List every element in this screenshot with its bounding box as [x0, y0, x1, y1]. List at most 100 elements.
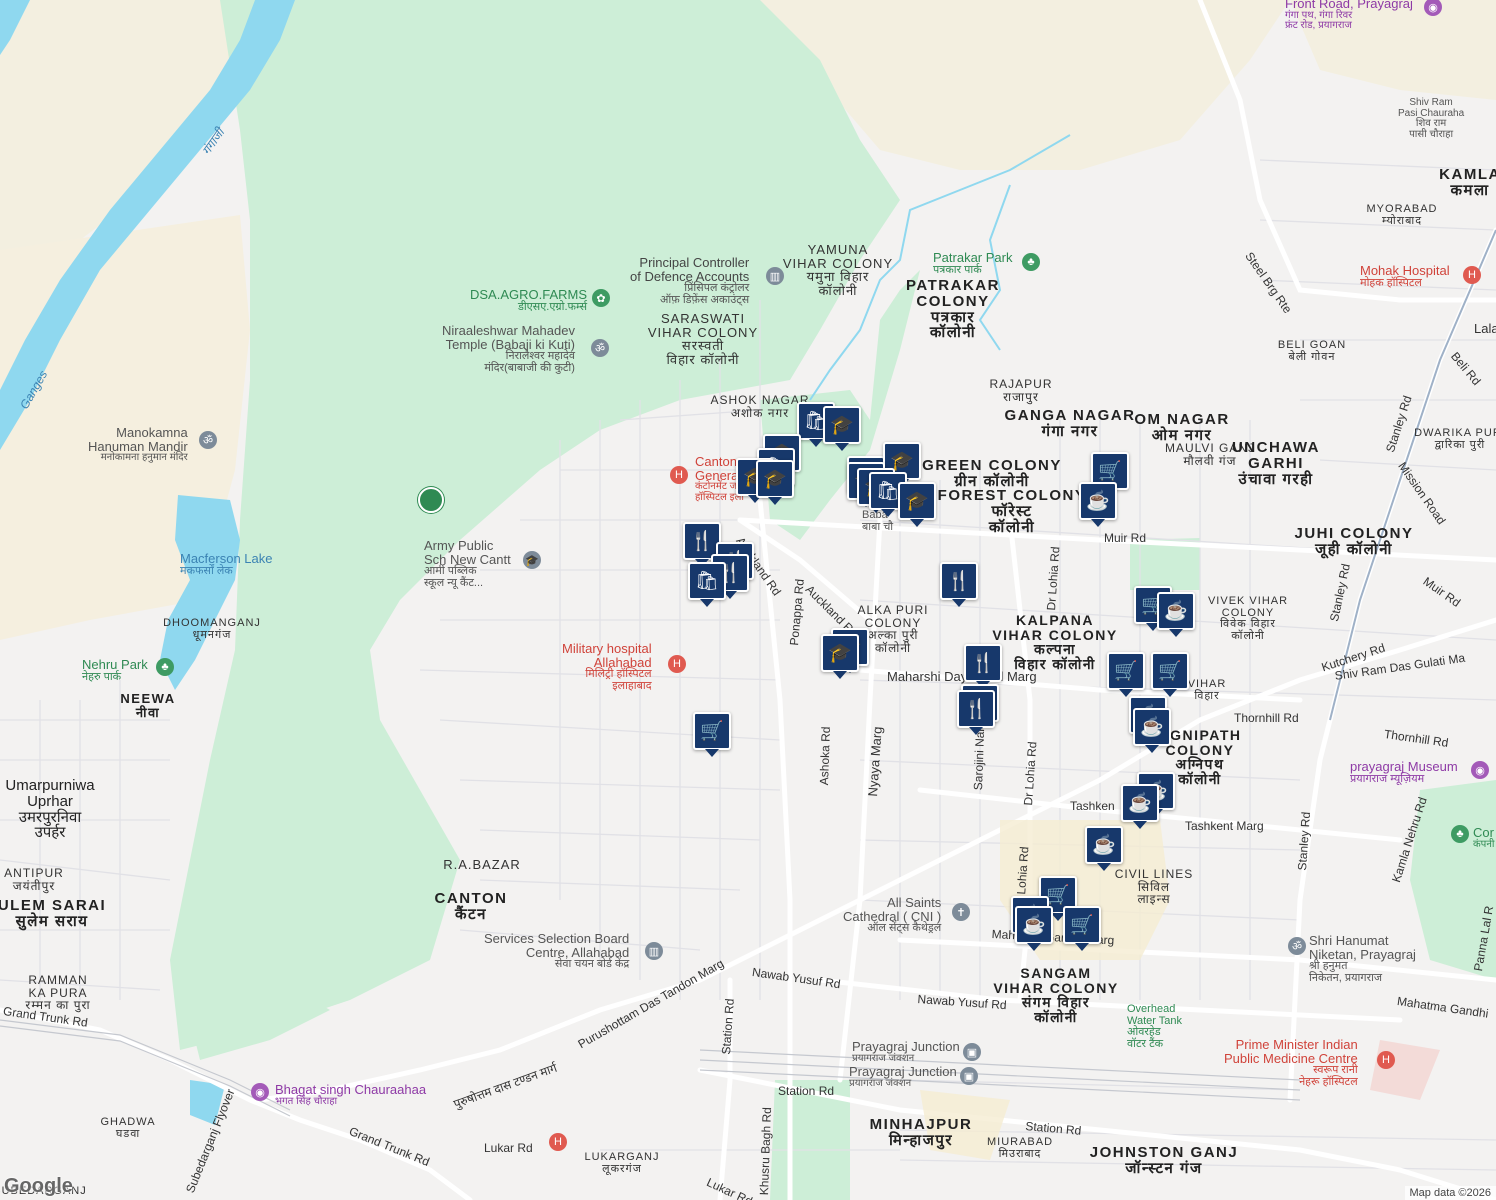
restaurant-icon: 🍴	[971, 652, 995, 674]
cafe-icon: ☕	[1086, 490, 1110, 512]
landmark-icon[interactable]: ◉	[251, 1083, 269, 1101]
shopping-bag-marker[interactable]: 🛍	[688, 562, 726, 607]
poi-label[interactable]: Manokamna Hanuman Mandir मनोकामना हनुमान म…	[88, 426, 188, 464]
temple-icon[interactable]: ॐ	[591, 339, 609, 357]
poi-label: Overhead Water Tank ओवरहेड वॉटर टैंक	[1127, 1003, 1183, 1050]
cafe-marker[interactable]: ☕	[1157, 592, 1195, 637]
shopping-bag-icon: 🛍	[875, 480, 901, 502]
train-station-icon[interactable]: ▣	[963, 1043, 981, 1061]
area-label: SARASWATI VIHAR COLONY सरस्वती विहार कॉलोनी	[647, 311, 759, 367]
shopping-cart-icon: 🛒	[1158, 660, 1182, 682]
train-station-icon[interactable]: ▣	[960, 1067, 978, 1085]
google-logo: Google	[4, 1175, 73, 1197]
area-label: MYORABAD म्योराबाद	[1366, 203, 1438, 227]
poi-label[interactable]: Niraaleshwar Mahadev Temple (Babaji ki Ku…	[442, 324, 575, 374]
restaurant-marker[interactable]: 🍴	[940, 562, 978, 607]
area-label: RAMMAN KA PURA रम्मन का पुरा	[25, 973, 91, 1013]
poi-label[interactable]: Prayagraj Junction प्रयागराज जंक्शन	[852, 1040, 960, 1064]
school-icon[interactable]: 🎓	[523, 551, 541, 569]
poi-label[interactable]: Army Public Sch New Cantt आर्मी पब्लिक स्कू…	[424, 539, 511, 589]
cafe-marker[interactable]: ☕	[1133, 708, 1171, 753]
map-canvas[interactable]: YAMUNA VIHAR COLONY यमुना विहार कॉलोनी SARA…	[0, 0, 1496, 1200]
area-label: GHADWA घडवा	[100, 1116, 156, 1140]
government-building-icon[interactable]: ▥	[645, 942, 663, 960]
farm-icon[interactable]: ✿	[592, 289, 610, 307]
map-attribution[interactable]: Map data ©2026	[1404, 1186, 1496, 1200]
poi-label[interactable]: Principal Controller of Defence Accounts प…	[630, 256, 749, 306]
restaurant-icon: 🍴	[947, 570, 971, 592]
poi-label[interactable]: prayagraj Museum प्रयागराज म्यूज़ियम	[1350, 760, 1458, 785]
poi-label[interactable]: Front Road, Prayagraj गंगा पथ, गंगा रिवर फ…	[1285, 0, 1413, 32]
cafe-marker[interactable]: ☕	[1085, 826, 1123, 871]
temple-icon[interactable]: ॐ	[1288, 937, 1306, 955]
restaurant-marker[interactable]: 🍴	[964, 644, 1002, 689]
shopping-cart-marker[interactable]: 🛒	[1151, 652, 1189, 697]
park-icon[interactable]: ♣	[1451, 825, 1469, 843]
area-label: CANTON कैंटन	[434, 890, 508, 923]
hospital-icon[interactable]: H	[668, 655, 686, 673]
park-icon[interactable]: ♣	[1022, 253, 1040, 271]
road-label: Tashken	[1070, 799, 1115, 813]
poi-label[interactable]: Shri Hanumat Niketan, Prayagraj श्री हनुमत…	[1309, 934, 1416, 984]
temple-icon[interactable]: ॐ	[199, 431, 217, 449]
area-label: SANGAM VIHAR COLONY संगम विहार कॉलोनी	[993, 965, 1119, 1026]
poi-label[interactable]: Prayagraj Junction प्रयागराज जंक्शन	[849, 1065, 957, 1089]
poi-label[interactable]: Military hospital Allahabad मिलिट्री हॉस्प…	[562, 642, 652, 692]
area-label: Umarpurniwa Uprhar उमरपुरनिवा उपर्हर	[5, 777, 95, 842]
road-label: Tashkent Marg	[1185, 819, 1264, 833]
area-label: JOHNSTON GANJ जॉन्स्टन गंज	[1089, 1144, 1239, 1177]
area-label: UNCHAWA GARHI उंचावा गरही	[1232, 439, 1320, 488]
park-icon[interactable]: ♣	[156, 658, 174, 676]
school-marker[interactable]: 🎓	[756, 460, 794, 505]
area-label: FOREST COLONY फॉरेस्ट कॉलोनी	[937, 487, 1087, 536]
cafe-icon: ☕	[1140, 716, 1164, 738]
shopping-bag-icon: 🛍	[694, 570, 720, 592]
area-label: KAMLA कमला	[1439, 166, 1496, 199]
cafe-marker[interactable]: ☕	[1015, 906, 1053, 951]
road-label: Maharshi Dayanand Marg	[887, 669, 1037, 684]
shopping-cart-icon: 🛒	[1098, 460, 1122, 482]
poi-label: Shiv Ram Pasi Chauraha शिव राम पासी चौराहा	[1398, 97, 1465, 140]
restaurant-marker[interactable]: 🍴	[957, 690, 995, 735]
area-label: ULEM SARAI सुलेम सराय	[0, 897, 107, 930]
area-label: CIVIL LINES सिविल लाइन्स	[1114, 867, 1194, 907]
poi-label[interactable]: Bhagat singh Chauraahaa भगत सिंह चौराहा	[275, 1083, 426, 1107]
cafe-marker[interactable]: ☕	[1121, 784, 1159, 829]
school-marker[interactable]: 🎓	[898, 482, 936, 527]
poi-label[interactable]: Nehru Park नेहरु पार्क	[82, 658, 148, 683]
shopping-cart-marker[interactable]: 🛒	[693, 712, 731, 757]
shopping-cart-icon: 🛒	[1046, 884, 1070, 906]
museum-icon[interactable]: ◉	[1471, 761, 1489, 779]
hospital-icon[interactable]: H	[1377, 1051, 1395, 1069]
area-label: GANGA NAGAR गंगा नगर	[1004, 407, 1136, 440]
area-label: GREEN COLONY ग्रीन कॉलोनी	[922, 457, 1062, 490]
shopping-cart-icon: 🛒	[1070, 914, 1094, 936]
road-label: Muir Rd	[1104, 531, 1147, 545]
map-location-marker[interactable]	[418, 487, 444, 513]
cafe-icon: ☕	[1164, 600, 1188, 622]
area-label: LUKARGANJ लूकरगंज	[584, 1151, 660, 1175]
area-label: ANTIPUR जयंतीपुर	[4, 866, 64, 893]
poi-label[interactable]: Services Selection Board Centre, Allahaba…	[484, 932, 629, 971]
poi-label[interactable]: All Saints Cathedral ( CNI ) ऑल सेंट्स कैथ…	[843, 896, 941, 935]
poi-label[interactable]: Mohak Hospital मोहक हॉस्पिटल	[1360, 264, 1450, 289]
school-marker[interactable]: 🎓	[821, 634, 859, 679]
shopping-cart-icon: 🛒	[700, 720, 724, 742]
shopping-cart-marker[interactable]: 🛒	[1107, 652, 1145, 697]
school-marker[interactable]: 🎓	[823, 406, 861, 451]
government-building-icon[interactable]: ▥	[766, 267, 784, 285]
hospital-icon[interactable]: H	[670, 466, 688, 484]
hospital-icon[interactable]: H	[549, 1133, 567, 1151]
poi-label[interactable]: Patrakar Park पत्रकार पार्क	[933, 251, 1012, 276]
road-label: Khusru Bagh Rd	[757, 1106, 775, 1196]
poi-label[interactable]: DSA.AGRO.FARMS डीएसए.एग्रो.फर्म्स	[470, 288, 587, 313]
area-label: NEEWA नीवा	[120, 691, 176, 720]
hospital-icon[interactable]: H	[1463, 266, 1481, 284]
cafe-icon: ☕	[1022, 914, 1046, 936]
cafe-marker[interactable]: ☕	[1079, 482, 1117, 527]
shopping-cart-marker[interactable]: 🛒	[1063, 906, 1101, 951]
area-label: DWARIKA PURIद्वारिका पुरी	[1414, 427, 1496, 451]
church-icon[interactable]: ✝	[952, 903, 970, 921]
poi-label[interactable]: Prime Minister Indian Public Medicine Cen…	[1224, 1038, 1358, 1088]
poi-label[interactable]: Cor कंपनी	[1473, 826, 1495, 850]
